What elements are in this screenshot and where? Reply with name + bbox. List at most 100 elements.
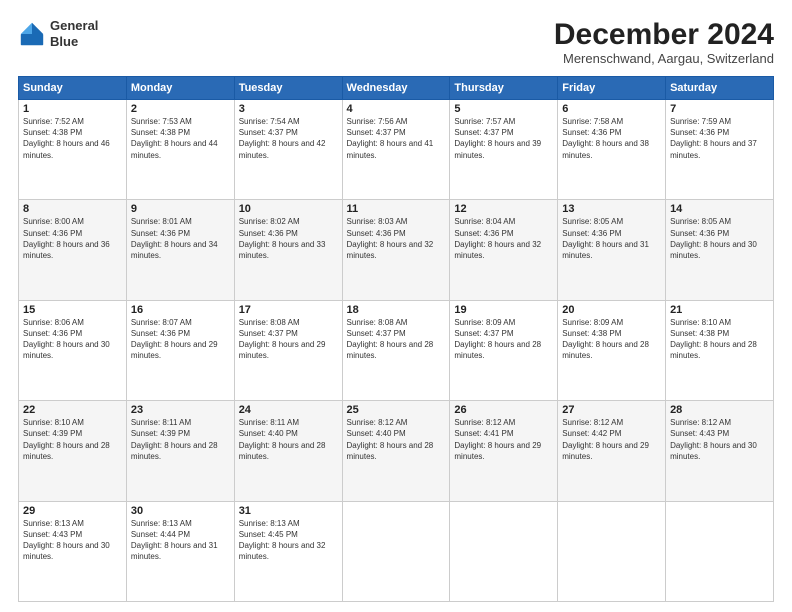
day-number: 11 — [347, 203, 446, 215]
table-row: 6Sunrise: 7:58 AMSunset: 4:36 PMDaylight… — [558, 100, 666, 200]
logo-icon — [18, 20, 46, 48]
day-content: Sunrise: 7:54 AMSunset: 4:37 PMDaylight:… — [239, 116, 338, 161]
day-number: 8 — [23, 203, 122, 215]
day-content: Sunrise: 8:12 AMSunset: 4:43 PMDaylight:… — [670, 417, 769, 462]
table-row — [450, 501, 558, 601]
col-tuesday: Tuesday — [234, 77, 342, 100]
day-content: Sunrise: 8:11 AMSunset: 4:40 PMDaylight:… — [239, 417, 338, 462]
day-number: 4 — [347, 103, 446, 115]
day-number: 22 — [23, 404, 122, 416]
day-number: 21 — [670, 304, 769, 316]
day-number: 5 — [454, 103, 553, 115]
day-number: 18 — [347, 304, 446, 316]
table-row: 2Sunrise: 7:53 AMSunset: 4:38 PMDaylight… — [126, 100, 234, 200]
table-row: 28Sunrise: 8:12 AMSunset: 4:43 PMDayligh… — [666, 401, 774, 501]
day-content: Sunrise: 8:10 AMSunset: 4:39 PMDaylight:… — [23, 417, 122, 462]
col-wednesday: Wednesday — [342, 77, 450, 100]
day-content: Sunrise: 7:58 AMSunset: 4:36 PMDaylight:… — [562, 116, 661, 161]
day-number: 31 — [239, 505, 338, 517]
table-row: 8Sunrise: 8:00 AMSunset: 4:36 PMDaylight… — [19, 200, 127, 300]
col-friday: Friday — [558, 77, 666, 100]
day-content: Sunrise: 8:01 AMSunset: 4:36 PMDaylight:… — [131, 216, 230, 261]
table-row: 1Sunrise: 7:52 AMSunset: 4:38 PMDaylight… — [19, 100, 127, 200]
table-row: 18Sunrise: 8:08 AMSunset: 4:37 PMDayligh… — [342, 300, 450, 400]
day-number: 6 — [562, 103, 661, 115]
table-row: 7Sunrise: 7:59 AMSunset: 4:36 PMDaylight… — [666, 100, 774, 200]
day-content: Sunrise: 8:08 AMSunset: 4:37 PMDaylight:… — [347, 317, 446, 362]
day-content: Sunrise: 7:52 AMSunset: 4:38 PMDaylight:… — [23, 116, 122, 161]
day-number: 7 — [670, 103, 769, 115]
location: Merenschwand, Aargau, Switzerland — [554, 51, 774, 66]
day-content: Sunrise: 8:05 AMSunset: 4:36 PMDaylight:… — [562, 216, 661, 261]
calendar-week-3: 15Sunrise: 8:06 AMSunset: 4:36 PMDayligh… — [19, 300, 774, 400]
day-number: 14 — [670, 203, 769, 215]
col-sunday: Sunday — [19, 77, 127, 100]
day-number: 24 — [239, 404, 338, 416]
table-row: 15Sunrise: 8:06 AMSunset: 4:36 PMDayligh… — [19, 300, 127, 400]
day-content: Sunrise: 8:06 AMSunset: 4:36 PMDaylight:… — [23, 317, 122, 362]
day-content: Sunrise: 7:56 AMSunset: 4:37 PMDaylight:… — [347, 116, 446, 161]
day-number: 19 — [454, 304, 553, 316]
header: General Blue December 2024 Merenschwand,… — [18, 18, 774, 66]
day-number: 26 — [454, 404, 553, 416]
day-content: Sunrise: 8:09 AMSunset: 4:37 PMDaylight:… — [454, 317, 553, 362]
calendar-week-5: 29Sunrise: 8:13 AMSunset: 4:43 PMDayligh… — [19, 501, 774, 601]
table-row: 16Sunrise: 8:07 AMSunset: 4:36 PMDayligh… — [126, 300, 234, 400]
table-row: 27Sunrise: 8:12 AMSunset: 4:42 PMDayligh… — [558, 401, 666, 501]
table-row: 11Sunrise: 8:03 AMSunset: 4:36 PMDayligh… — [342, 200, 450, 300]
table-row: 13Sunrise: 8:05 AMSunset: 4:36 PMDayligh… — [558, 200, 666, 300]
table-row — [558, 501, 666, 601]
table-row: 25Sunrise: 8:12 AMSunset: 4:40 PMDayligh… — [342, 401, 450, 501]
day-content: Sunrise: 8:12 AMSunset: 4:42 PMDaylight:… — [562, 417, 661, 462]
table-row: 26Sunrise: 8:12 AMSunset: 4:41 PMDayligh… — [450, 401, 558, 501]
day-number: 15 — [23, 304, 122, 316]
table-row: 10Sunrise: 8:02 AMSunset: 4:36 PMDayligh… — [234, 200, 342, 300]
day-number: 17 — [239, 304, 338, 316]
table-row: 17Sunrise: 8:08 AMSunset: 4:37 PMDayligh… — [234, 300, 342, 400]
table-row: 24Sunrise: 8:11 AMSunset: 4:40 PMDayligh… — [234, 401, 342, 501]
table-row: 31Sunrise: 8:13 AMSunset: 4:45 PMDayligh… — [234, 501, 342, 601]
table-row: 22Sunrise: 8:10 AMSunset: 4:39 PMDayligh… — [19, 401, 127, 501]
day-content: Sunrise: 8:09 AMSunset: 4:38 PMDaylight:… — [562, 317, 661, 362]
day-content: Sunrise: 8:13 AMSunset: 4:43 PMDaylight:… — [23, 518, 122, 563]
day-number: 2 — [131, 103, 230, 115]
day-content: Sunrise: 8:10 AMSunset: 4:38 PMDaylight:… — [670, 317, 769, 362]
day-content: Sunrise: 8:00 AMSunset: 4:36 PMDaylight:… — [23, 216, 122, 261]
table-row: 4Sunrise: 7:56 AMSunset: 4:37 PMDaylight… — [342, 100, 450, 200]
day-number: 20 — [562, 304, 661, 316]
calendar-week-4: 22Sunrise: 8:10 AMSunset: 4:39 PMDayligh… — [19, 401, 774, 501]
table-row: 19Sunrise: 8:09 AMSunset: 4:37 PMDayligh… — [450, 300, 558, 400]
logo: General Blue — [18, 18, 98, 49]
table-row: 14Sunrise: 8:05 AMSunset: 4:36 PMDayligh… — [666, 200, 774, 300]
day-content: Sunrise: 7:57 AMSunset: 4:37 PMDaylight:… — [454, 116, 553, 161]
day-content: Sunrise: 8:07 AMSunset: 4:36 PMDaylight:… — [131, 317, 230, 362]
table-row: 9Sunrise: 8:01 AMSunset: 4:36 PMDaylight… — [126, 200, 234, 300]
col-thursday: Thursday — [450, 77, 558, 100]
day-number: 9 — [131, 203, 230, 215]
table-row: 12Sunrise: 8:04 AMSunset: 4:36 PMDayligh… — [450, 200, 558, 300]
table-row: 23Sunrise: 8:11 AMSunset: 4:39 PMDayligh… — [126, 401, 234, 501]
col-saturday: Saturday — [666, 77, 774, 100]
day-number: 25 — [347, 404, 446, 416]
day-number: 10 — [239, 203, 338, 215]
title-area: December 2024 Merenschwand, Aargau, Swit… — [554, 18, 774, 66]
day-number: 1 — [23, 103, 122, 115]
calendar-week-1: 1Sunrise: 7:52 AMSunset: 4:38 PMDaylight… — [19, 100, 774, 200]
day-number: 3 — [239, 103, 338, 115]
month-title: December 2024 — [554, 18, 774, 51]
day-content: Sunrise: 8:03 AMSunset: 4:36 PMDaylight:… — [347, 216, 446, 261]
day-content: Sunrise: 8:13 AMSunset: 4:45 PMDaylight:… — [239, 518, 338, 563]
day-content: Sunrise: 7:53 AMSunset: 4:38 PMDaylight:… — [131, 116, 230, 161]
day-number: 29 — [23, 505, 122, 517]
day-content: Sunrise: 8:13 AMSunset: 4:44 PMDaylight:… — [131, 518, 230, 563]
table-row: 29Sunrise: 8:13 AMSunset: 4:43 PMDayligh… — [19, 501, 127, 601]
day-number: 27 — [562, 404, 661, 416]
table-row — [666, 501, 774, 601]
table-row: 30Sunrise: 8:13 AMSunset: 4:44 PMDayligh… — [126, 501, 234, 601]
day-content: Sunrise: 8:12 AMSunset: 4:41 PMDaylight:… — [454, 417, 553, 462]
col-monday: Monday — [126, 77, 234, 100]
calendar-week-2: 8Sunrise: 8:00 AMSunset: 4:36 PMDaylight… — [19, 200, 774, 300]
day-number: 30 — [131, 505, 230, 517]
day-number: 28 — [670, 404, 769, 416]
calendar-page: General Blue December 2024 Merenschwand,… — [0, 0, 792, 612]
